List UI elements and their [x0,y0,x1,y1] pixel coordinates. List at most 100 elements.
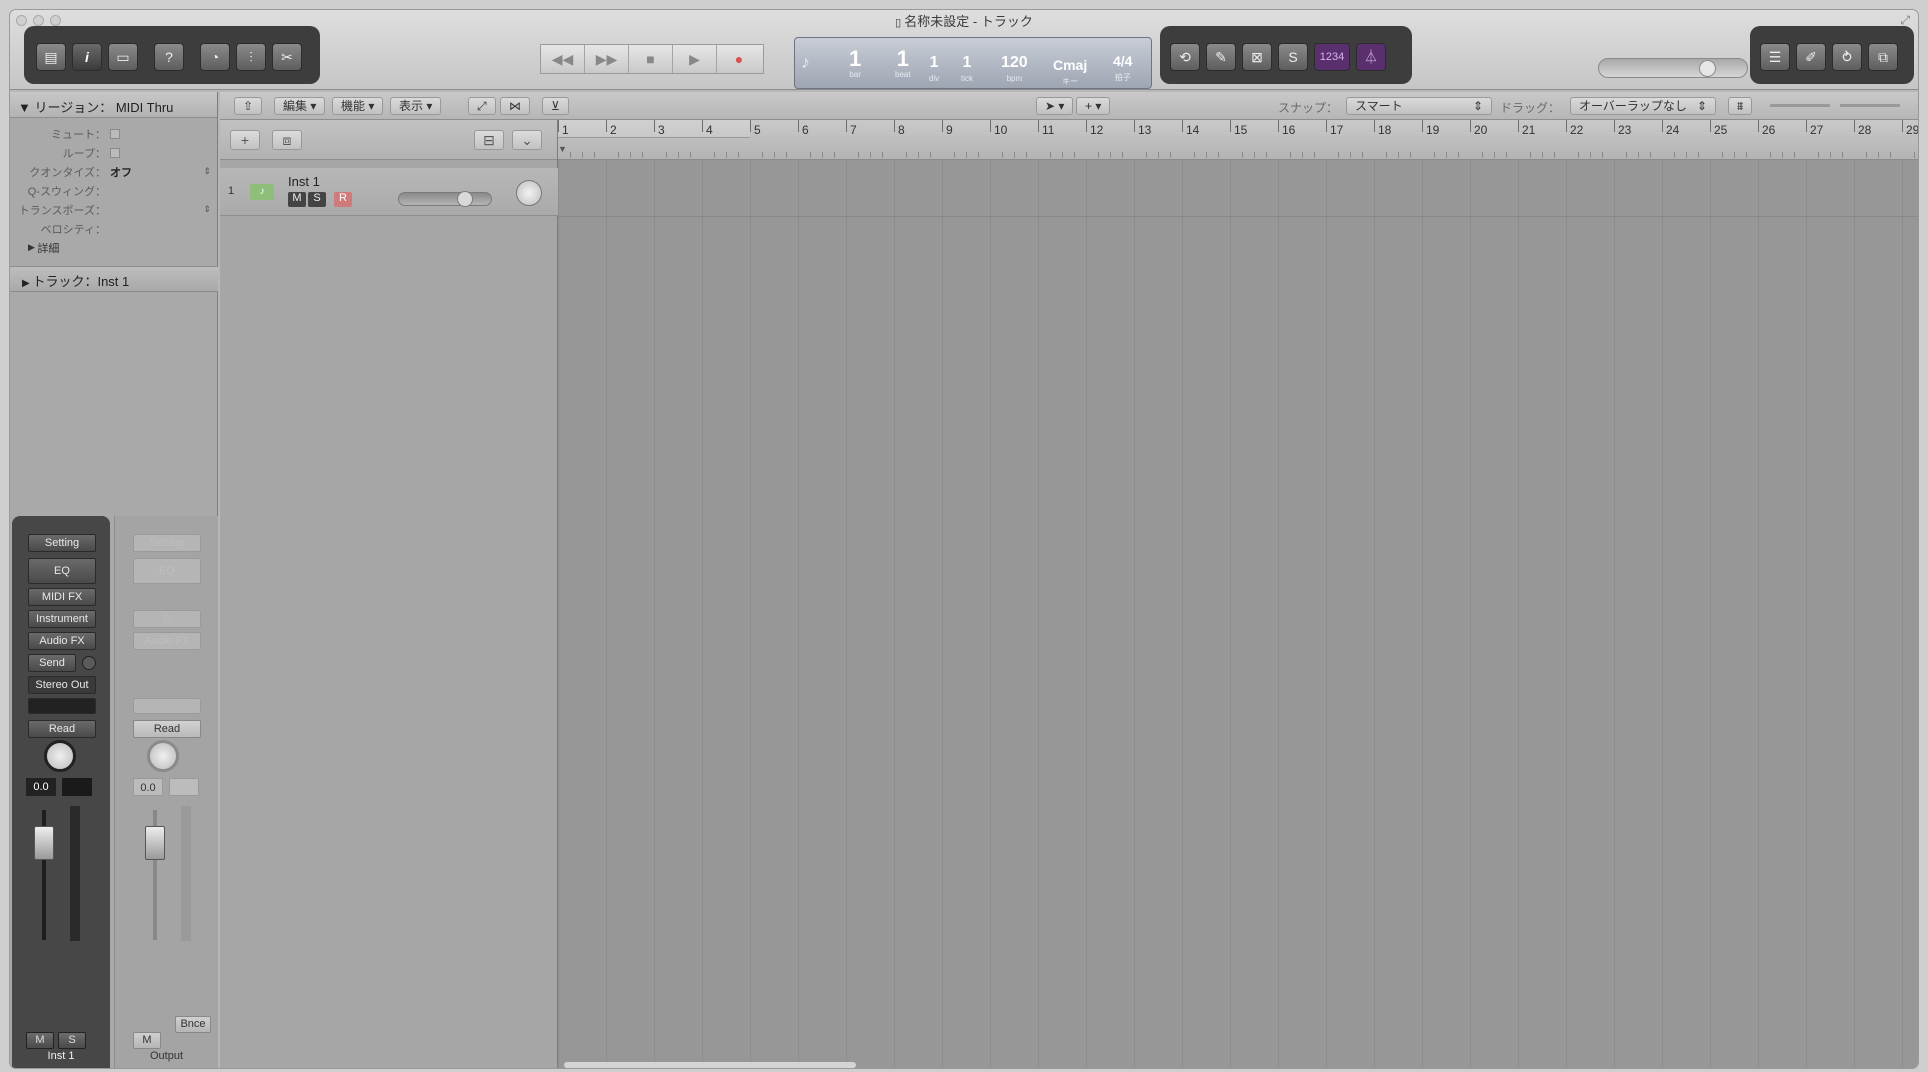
send-level-knob[interactable] [82,656,96,670]
horizontal-scrollbar[interactable] [564,1062,856,1068]
output-slot[interactable]: Stereo Out [28,676,96,694]
solo-mode-button[interactable]: S [1278,43,1308,71]
pan-knob[interactable] [147,740,179,772]
mute-checkbox[interactable] [110,128,120,139]
stepper-icon[interactable]: ⇕ [203,166,211,177]
drag-menu[interactable]: オーバーラップなし ⇕ [1570,97,1716,115]
transpose-row[interactable]: トランスポーズ： ⇕ [10,200,217,219]
toolbar-button[interactable]: ▭ [108,43,138,71]
track-lane-divider [558,216,1918,217]
snap-menu[interactable]: スマート ⇕ [1346,97,1492,115]
send-slot[interactable]: Send [28,654,76,672]
volume-fader[interactable] [34,826,54,860]
add-track-button[interactable]: + [230,130,260,150]
stepper-icon[interactable]: ⇕ [203,204,211,215]
channel-name[interactable]: Output [115,1050,218,1062]
editors-button[interactable]: ✂ [272,43,302,71]
catch-button[interactable]: ⊻ [542,97,569,115]
notepad-button[interactable]: ✐ [1796,43,1826,71]
bar-ruler[interactable]: ▼ 1 2 3 4 5 6 7 8 9 10 11 12 13 14 15 16 17 18 19 20 21 22 23 2… [558,120,1918,160]
record-button[interactable]: ● [717,45,761,73]
mixer-button[interactable]: ⫶ [236,43,266,71]
browsers-button[interactable]: ⧉ [1868,43,1898,71]
play-button[interactable]: ▶ [673,45,717,73]
forward-button[interactable]: ▶▶ [585,45,629,73]
count-in-button[interactable]: 1234 [1314,43,1350,71]
volume-value[interactable]: 0.0 [133,778,163,796]
track-mute-button[interactable]: M [288,192,306,207]
tracks-area[interactable]: ▼ 1 2 3 4 5 6 7 8 9 10 11 12 13 14 15 16 17 18 19 20 21 22 23 2… [558,120,1918,1068]
list-editors-button[interactable]: ☰ [1760,43,1790,71]
cycle-button[interactable]: ⟲ [1170,43,1200,71]
global-tracks-button[interactable]: ⊟ [474,130,504,150]
track-inspector-header[interactable]: ▶ トラック：Inst 1 [10,266,218,292]
flex-button[interactable]: ⋈ [500,97,530,115]
velocity-row[interactable]: ベロシティ： [10,219,217,238]
master-volume-knob[interactable] [1699,60,1716,77]
stop-button[interactable]: ■ [629,45,673,73]
automation-mode[interactable]: Read [133,720,201,738]
q-swing-row[interactable]: Q-スウィング： [10,181,217,200]
track-volume-slider[interactable] [398,191,492,207]
track-stack-button[interactable]: ⧈ [272,130,302,150]
loop-browser-button[interactable]: ⥁ [1832,43,1862,71]
instrument-slot[interactable]: Instrument [28,610,96,628]
group-slot[interactable] [133,698,201,714]
bounce-button[interactable]: Bnce [175,1016,211,1033]
track-record-button[interactable]: R [334,192,352,207]
audio-fx-slot[interactable]: Audio FX [28,632,96,650]
automation-mode[interactable]: Read [28,720,96,738]
edit-menu[interactable]: 編集 ▾ [274,97,326,115]
details-disclosure[interactable]: ▶ 詳細 [10,238,217,257]
quantize-row[interactable]: クオンタイズ： オフ ⇕ [10,162,217,181]
smart-controls-button[interactable]: ◔ [200,43,230,71]
library-button[interactable]: ▤ [36,43,66,71]
functions-menu[interactable]: 機能 ▾ [332,97,384,115]
instrument-icon[interactable]: ♪ [250,184,274,200]
waveform-zoom-button[interactable]: ⩩ [1728,97,1753,115]
group-slot[interactable] [28,698,96,714]
automation-button[interactable]: ⤢ [468,97,496,115]
playhead-icon[interactable]: ▼ [558,144,567,154]
rewind-button[interactable]: ◀◀ [541,45,585,73]
region-inspector-header[interactable]: ▼ リージョン： MIDI Thru [10,92,217,118]
channel-name[interactable]: Inst 1 [12,1050,110,1062]
volume-value[interactable]: 0.0 [26,778,56,796]
track-row[interactable]: 1 ♪ Inst 1 M S R [220,168,558,216]
volume-fader[interactable] [145,826,165,860]
setting-button[interactable]: Setting [133,534,201,552]
quick-help-button[interactable]: ? [154,43,184,71]
audio-fx-slot[interactable]: Audio FX [133,632,201,650]
loop-checkbox[interactable] [110,147,120,158]
track-pan-knob[interactable] [516,180,542,206]
lcd-tempo[interactable]: 120 bpm [1001,52,1028,83]
left-click-tool-menu[interactable]: ➤ ▾ [1036,97,1074,115]
vertical-zoom-slider[interactable] [1770,104,1830,107]
eq-button[interactable]: EQ [28,558,96,584]
inspector-button[interactable]: i [72,43,102,71]
lcd-display[interactable]: ♪ 1 bar 1 beat 1 div 1 tick 120 bpm Cmaj キー 4/… [794,37,1152,89]
command-click-tool-menu[interactable]: + ▾ [1076,97,1111,115]
horizontal-zoom-slider[interactable] [1840,104,1900,107]
track-name[interactable]: Inst 1 [288,174,320,189]
solo-button[interactable]: S [58,1032,86,1049]
master-volume-slider[interactable] [1598,58,1748,78]
mute-button[interactable]: M [133,1032,161,1049]
mute-button[interactable]: M [26,1032,54,1049]
lcd-key[interactable]: Cmaj キー [1053,54,1087,87]
midi-fx-slot[interactable]: MIDI FX [28,588,96,606]
lcd-time-signature[interactable]: 4/4 拍子 [1113,50,1132,83]
back-button[interactable]: ⇧ [234,97,263,115]
pan-knob[interactable] [44,740,76,772]
track-solo-button[interactable]: S [308,192,326,207]
track-volume-knob[interactable] [457,191,473,207]
metronome-button[interactable]: ⏃ [1356,43,1386,71]
view-menu[interactable]: 表示 ▾ [390,97,442,115]
autopunch-button[interactable]: ⊠ [1242,43,1272,71]
quantize-value[interactable]: オフ [110,164,132,180]
setting-button[interactable]: Setting [28,534,96,552]
link-button[interactable]: ⊙ [133,610,201,628]
replace-button[interactable]: ✎ [1206,43,1236,71]
eq-button[interactable]: EQ [133,558,201,584]
track-header-menu-button[interactable]: ⌄ [512,130,542,150]
